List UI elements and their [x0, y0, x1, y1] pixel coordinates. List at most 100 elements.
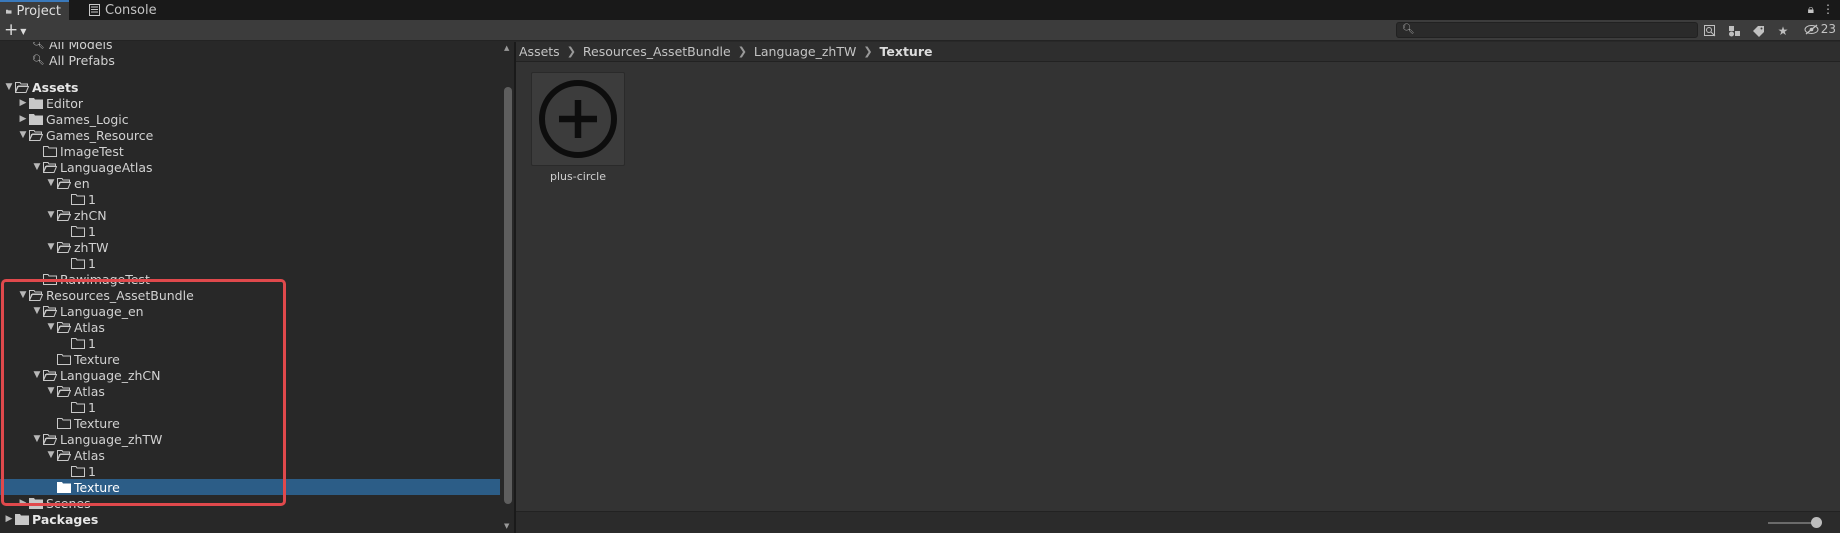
tree-row[interactable]: 1 [0, 463, 500, 479]
tree-row-label: Atlas [74, 383, 105, 399]
scroll-down-icon[interactable]: ▼ [504, 522, 509, 530]
tree-row[interactable]: ▶ Scenes [0, 495, 500, 511]
scroll-up-icon[interactable]: ▲ [504, 44, 509, 52]
tree-row[interactable]: 1 [0, 335, 500, 351]
tree-row-label: 1 [88, 191, 96, 207]
tree-row[interactable]: ▼ LanguageAtlas [0, 159, 500, 175]
tree-row[interactable]: ▼ Games_Resource [0, 127, 500, 143]
breadcrumb-item[interactable]: Texture [880, 44, 933, 59]
more-menu-icon[interactable]: ⋮ [1822, 2, 1834, 17]
expand-arrow-down-icon[interactable]: ▼ [45, 178, 57, 188]
expand-arrow-down-icon[interactable]: ▼ [45, 242, 57, 252]
tree-row[interactable]: ▼ Atlas [0, 383, 500, 399]
tree-row-selected[interactable]: Texture [0, 479, 500, 495]
expand-arrow-down-icon[interactable]: ▼ [45, 322, 57, 332]
tree-row[interactable]: ▼ zhCN [0, 207, 500, 223]
expand-arrow-down-icon[interactable]: ▼ [45, 386, 57, 396]
folder-tree[interactable]: 🔍︎ All Models 🔍︎ All Prefabs ▼ Assets ▶ Editor ▶… [0, 42, 502, 533]
expand-arrow-right-icon[interactable]: ▶ [3, 514, 15, 524]
favorites-item[interactable]: 🔍︎ All Prefabs [0, 52, 500, 68]
tree-row[interactable]: ▼ Language_en [0, 303, 500, 319]
folder-empty-icon [71, 226, 85, 237]
tree-row[interactable]: ▼ en [0, 175, 500, 191]
expand-arrow-down-icon[interactable]: ▼ [31, 434, 43, 444]
tree-row[interactable]: ▼ Atlas [0, 447, 500, 463]
expand-arrow-right-icon[interactable]: ▶ [17, 114, 29, 124]
tree-row[interactable]: ▼ Assets [0, 79, 500, 95]
folder-open-icon [43, 306, 57, 317]
favorites-item[interactable]: 🔍︎ All Models [0, 42, 500, 52]
expand-arrow-right-icon[interactable]: ▶ [17, 498, 29, 508]
folder-open-icon [29, 130, 43, 141]
hidden-packages-toggle[interactable]: 23 [1804, 22, 1836, 36]
tree-row[interactable]: ▶ Packages [0, 511, 500, 527]
tree-row[interactable]: Texture [0, 415, 500, 431]
tree-row[interactable]: ▼ Atlas [0, 319, 500, 335]
tree-row[interactable]: Texture [0, 351, 500, 367]
folder-icon [29, 498, 43, 509]
zoom-slider-track[interactable] [1768, 522, 1816, 524]
tree-row[interactable]: ImageTest [0, 143, 500, 159]
label-icon[interactable] [1747, 22, 1769, 39]
create-button[interactable]: + ▼ [4, 20, 32, 40]
lock-icon[interactable]: 🔒︎ [1808, 2, 1814, 17]
tree-scrollbar[interactable]: ▲ ▼ [502, 42, 514, 533]
tree-row-label: Games_Resource [46, 127, 154, 143]
folder-open-icon [57, 322, 71, 333]
window-controls: 🔒︎ ⋮ [1808, 2, 1834, 17]
tree-row[interactable]: 1 [0, 223, 500, 239]
search-by-type-icon[interactable] [1699, 22, 1721, 39]
expand-arrow-right-icon[interactable]: ▶ [17, 98, 29, 108]
asset-item[interactable]: plus-circle [531, 72, 625, 192]
folder-open-icon [29, 290, 43, 301]
folder-empty-icon [57, 354, 71, 365]
folder-open-icon [57, 450, 71, 461]
tree-row[interactable]: ▶ Editor [0, 95, 500, 111]
tree-row-label: Scenes [46, 495, 91, 511]
tree-row-label: 1 [88, 255, 96, 271]
breadcrumb-item[interactable]: Resources_AssetBundle [583, 44, 731, 59]
tree-row[interactable]: ▼ zhTW [0, 239, 500, 255]
tree-row[interactable]: ▼ Language_zhCN [0, 367, 500, 383]
tab-console[interactable]: Console [83, 0, 165, 20]
expand-arrow-down-icon[interactable]: ▼ [31, 306, 43, 316]
filter-by-type-icon[interactable] [1723, 22, 1745, 39]
search-field[interactable]: 🔍︎ [1396, 22, 1698, 38]
tab-console-label: Console [105, 2, 157, 18]
folder-icon [15, 514, 29, 525]
plus-circle-icon [539, 80, 617, 158]
eye-slash-icon [1804, 23, 1819, 35]
expand-arrow-down-icon[interactable]: ▼ [3, 82, 15, 92]
tree-row-label: ImageTest [60, 143, 124, 159]
expand-arrow-down-icon[interactable]: ▼ [45, 450, 57, 460]
tree-row[interactable]: 1 [0, 255, 500, 271]
tree-row[interactable]: 1 [0, 399, 500, 415]
tree-row-label: zhTW [74, 239, 109, 255]
expand-arrow-down-icon[interactable]: ▼ [17, 290, 29, 300]
favorite-star-icon[interactable]: ★ [1772, 22, 1794, 39]
breadcrumb-item[interactable]: Language_zhTW [754, 44, 856, 59]
breadcrumb-item[interactable]: Assets [519, 44, 560, 59]
asset-name-label: plus-circle [550, 170, 606, 183]
hidden-count: 23 [1820, 22, 1836, 36]
folder-open-icon [57, 178, 71, 189]
asset-thumbnail[interactable] [531, 72, 625, 166]
tree-row[interactable]: ▼ Language_zhTW [0, 431, 500, 447]
folder-icon [6, 9, 12, 14]
tree-row[interactable]: ▶ Games_Logic [0, 111, 500, 127]
zoom-slider-handle[interactable] [1811, 517, 1822, 528]
tree-row[interactable]: 1 [0, 191, 500, 207]
tab-project[interactable]: Project [0, 0, 69, 20]
tree-row-label: Texture [74, 351, 120, 367]
search-icon: 🔍︎ [32, 54, 45, 66]
tree-row[interactable]: ▼ Resources_AssetBundle [0, 287, 500, 303]
scrollbar-thumb[interactable] [504, 87, 512, 504]
folder-open-icon [57, 242, 71, 253]
expand-arrow-down-icon[interactable]: ▼ [17, 130, 29, 140]
folder-open-icon [43, 370, 57, 381]
expand-arrow-down-icon[interactable]: ▼ [45, 210, 57, 220]
expand-arrow-down-icon[interactable]: ▼ [31, 162, 43, 172]
expand-arrow-down-icon[interactable]: ▼ [31, 370, 43, 380]
tree-row[interactable]: RawimageTest [0, 271, 500, 287]
search-icon: 🔍︎ [32, 42, 45, 50]
